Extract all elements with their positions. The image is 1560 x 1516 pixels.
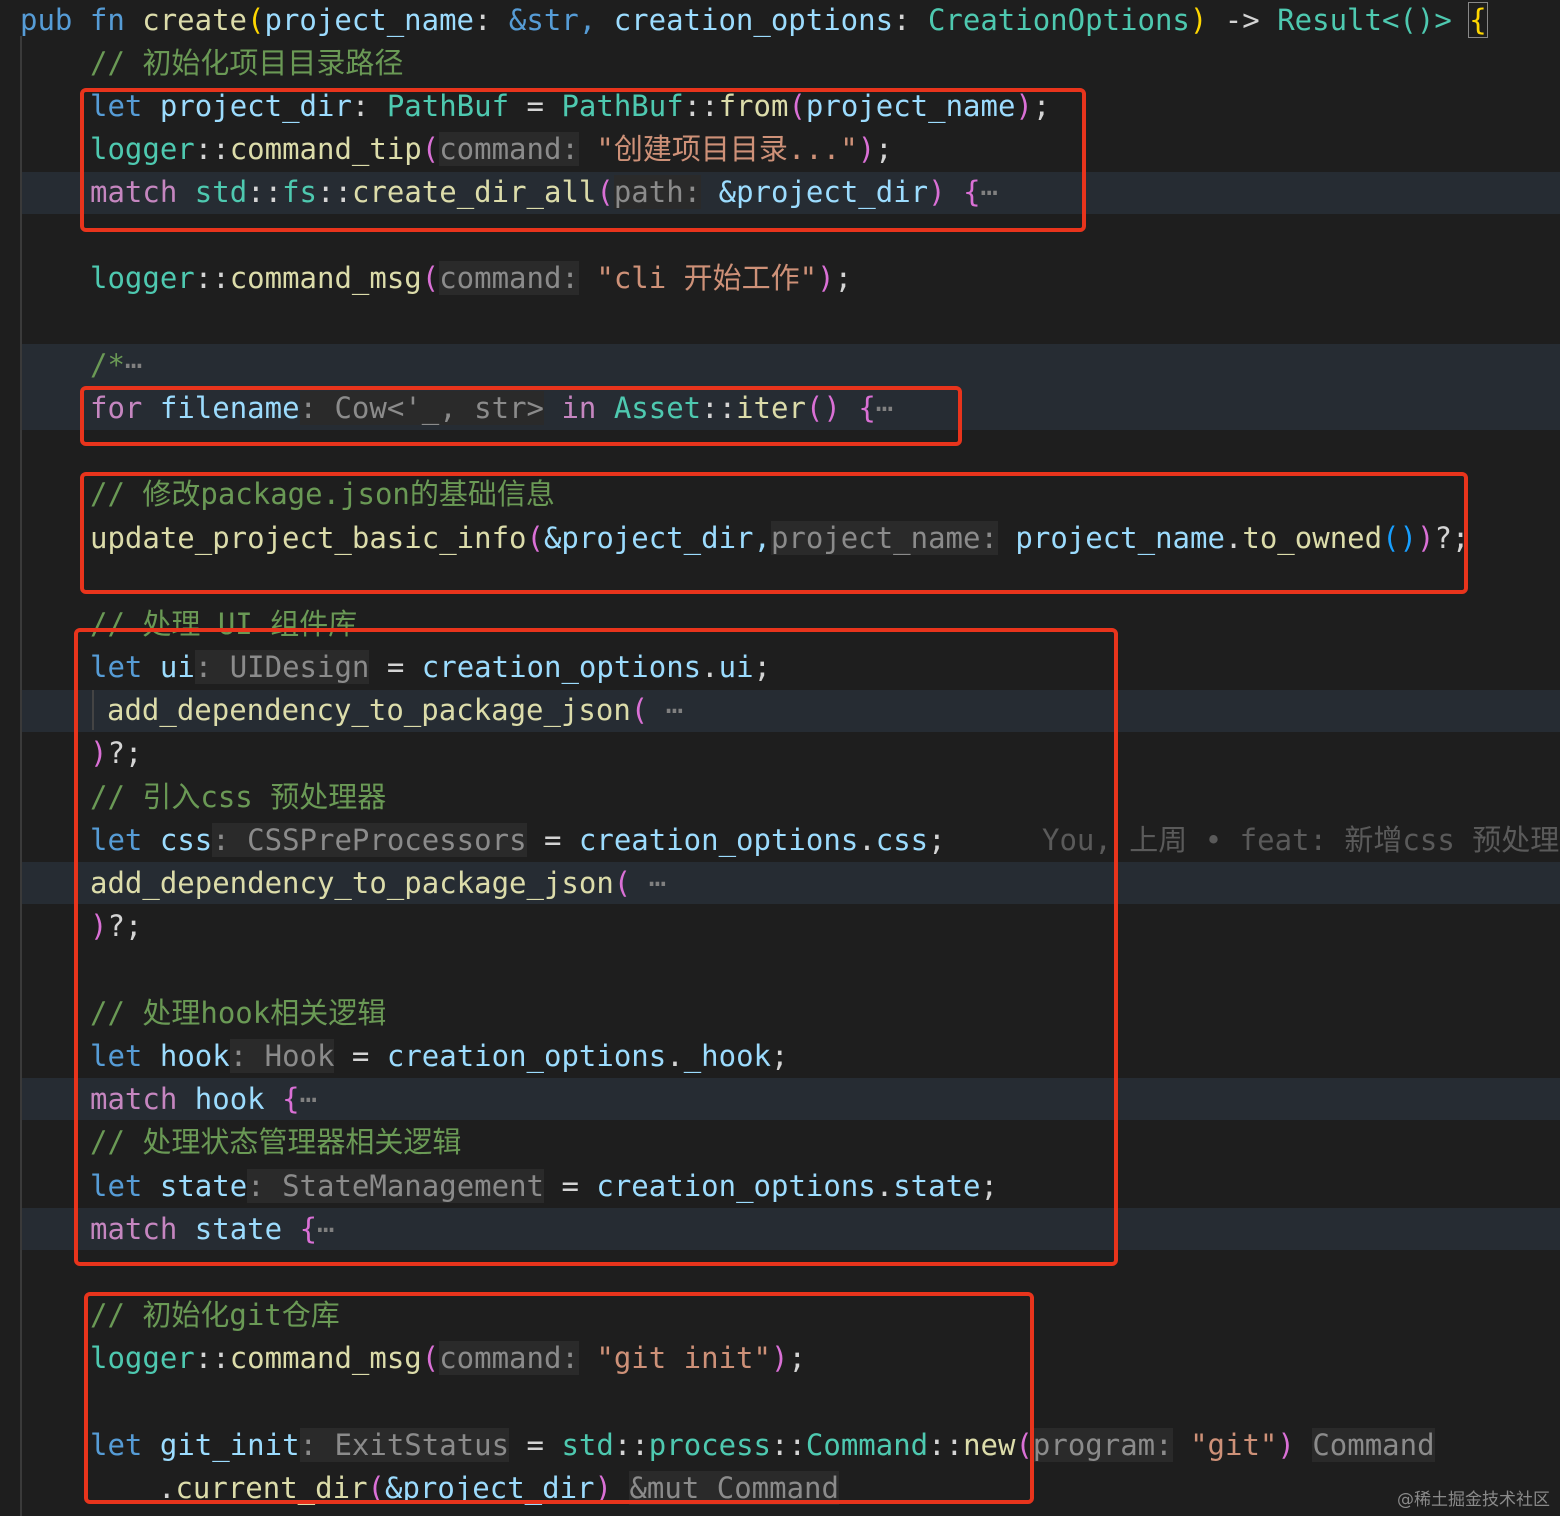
annotation-box bbox=[74, 628, 1118, 1266]
watermark: @稀土掘金技术社区 bbox=[1397, 1490, 1550, 1510]
annotation-box bbox=[84, 1292, 1034, 1504]
inlay-hint: command: bbox=[439, 261, 579, 295]
inlay-type-hint: Command bbox=[1312, 1428, 1435, 1462]
inlay-hint: program: bbox=[1032, 1428, 1173, 1462]
code-line[interactable]: logger::command_msg(command: "cli 开始工作")… bbox=[90, 258, 852, 298]
annotation-box bbox=[80, 88, 1086, 232]
git-blame-annotation: You, 上周 • feat: 新增css 预处理 bbox=[1042, 823, 1560, 857]
code-line[interactable]: /*⋯ bbox=[90, 345, 142, 385]
annotation-box bbox=[80, 386, 962, 446]
code-line[interactable]: pub fn create(project_name: &str, creati… bbox=[20, 0, 1488, 40]
code-comment[interactable]: // 初始化项目目录路径 bbox=[90, 43, 403, 83]
annotation-box bbox=[80, 472, 1468, 594]
code-editor[interactable]: pub fn create(project_name: &str, creati… bbox=[0, 0, 1560, 1516]
fold-ellipsis-icon[interactable]: ⋯ bbox=[125, 348, 142, 382]
indent-guide bbox=[20, 36, 22, 1516]
